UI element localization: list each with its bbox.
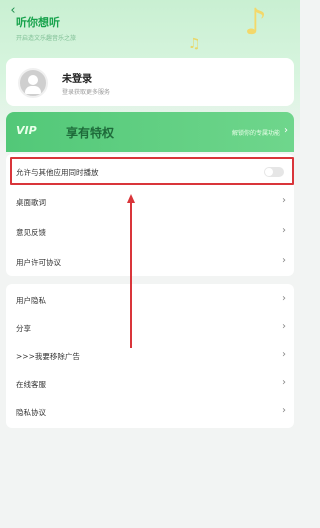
- annotation-arrow-head-icon: [127, 194, 135, 203]
- chevron-right-icon: ›: [282, 225, 286, 236]
- setting-label: 用户隐私: [16, 296, 46, 305]
- setting-label: 用户许可协议: [16, 258, 61, 267]
- music-notes-icon: ♫: [188, 36, 201, 52]
- login-title: 未登录: [62, 74, 92, 85]
- setting-row-share[interactable]: 分享 ›: [6, 314, 294, 342]
- chevron-right-icon: ›: [282, 293, 286, 304]
- setting-row-user-privacy[interactable]: 用户隐私 ›: [6, 286, 294, 314]
- setting-row-license[interactable]: 用户许可协议 ›: [6, 248, 294, 276]
- setting-label: 意见反馈: [16, 228, 46, 237]
- setting-row-feedback[interactable]: 意见反馈 ›: [6, 218, 294, 246]
- setting-label: 隐私协议: [16, 408, 46, 417]
- music-note-icon: ♪: [244, 2, 267, 43]
- annotation-arrow-line: [130, 202, 132, 348]
- setting-label: 桌面歌词: [16, 198, 46, 207]
- app-title: 听你想听: [16, 16, 60, 29]
- chevron-right-icon: ›: [282, 349, 286, 360]
- setting-label: 在线客服: [16, 380, 46, 389]
- login-subtitle: 登录获取更多服务: [62, 89, 111, 96]
- chevron-right-icon: ›: [282, 195, 286, 206]
- settings-panel-2: 用户隐私 › 分享 › >>>我要移除广告 › 在线客服 › 隐私协议 ›: [6, 284, 294, 428]
- chevron-right-icon: ›: [282, 255, 286, 266]
- setting-row-online-support[interactable]: 在线客服 ›: [6, 370, 294, 398]
- annotation-highlight-box: [10, 157, 294, 185]
- vip-link[interactable]: 解锁你的专属功能: [232, 128, 280, 137]
- chevron-right-icon: ›: [282, 321, 286, 332]
- app-subtitle: 开启造文乐趣音乐之旅: [16, 35, 77, 42]
- chevron-right-icon: ›: [282, 405, 286, 416]
- setting-row-remove-ads[interactable]: >>>我要移除广告 ›: [6, 342, 294, 370]
- chevron-right-icon: ›: [282, 377, 286, 388]
- setting-row-desktop-lyrics[interactable]: 桌面歌词 ›: [6, 188, 294, 216]
- chevron-right-icon: ›: [284, 125, 288, 136]
- vip-banner[interactable]: VIP 享有特权 解锁你的专属功能 ›: [6, 112, 294, 152]
- login-card[interactable]: 未登录 登录获取更多服务: [6, 58, 294, 106]
- setting-label: 分享: [16, 324, 31, 333]
- avatar[interactable]: [18, 68, 48, 98]
- vip-title: 享有特权: [66, 126, 115, 140]
- setting-row-privacy-policy[interactable]: 隐私协议 ›: [6, 398, 294, 426]
- vip-logo: VIP: [16, 124, 37, 137]
- setting-label: >>>我要移除广告: [16, 352, 80, 361]
